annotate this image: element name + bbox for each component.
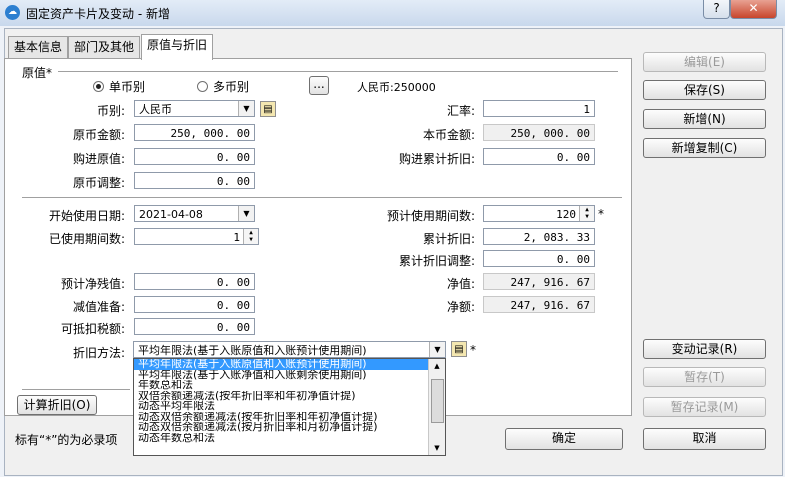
expected-salvage-input[interactable]: 0. 00 [134,273,255,290]
purchase-value-label: 购进原值: [72,152,125,166]
local-amount-label: 本币金额: [422,128,475,142]
accum-dep-label: 累计折旧: [422,232,475,246]
exchange-rate-input[interactable]: 1 [483,100,595,117]
chevron-down-icon[interactable]: ▼ [238,206,254,221]
orig-amount-input[interactable]: 250, 000. 00 [134,124,255,141]
single-currency-radio[interactable] [93,81,104,92]
expected-periods-required: * [598,207,604,221]
currency-detail-button[interactable]: ... [309,76,329,95]
accum-dep-input[interactable]: 2, 083. 33 [483,228,595,245]
bottom-divider [22,389,130,391]
net-amount-value: 247, 916. 67 [483,296,595,313]
deductible-tax-input[interactable]: 0. 00 [134,318,255,335]
dep-method-option[interactable]: 双倍余额递减法(按年折旧率和年初净值计提) [134,391,445,402]
purchase-accum-dep-input[interactable]: 0. 00 [483,148,595,165]
tab-value-depreciation[interactable]: 原值与折旧 [141,34,214,60]
accum-dep-adjust-input[interactable]: 0. 00 [483,250,595,267]
dep-method-option[interactable]: 平均年限法(基于入账净值和入账剩余使用期间) [134,370,445,381]
save-button[interactable]: 保存(S) [643,80,766,100]
currency-value: 人民币 [139,103,172,116]
edit-button[interactable]: 编辑(E) [643,52,766,72]
purchase-value-input[interactable]: 0. 00 [134,148,255,165]
hold-button[interactable]: 暂存(T) [643,367,766,387]
used-periods-input[interactable]: 1 ▲ ▼ [134,228,259,245]
hold-log-button[interactable]: 暂存记录(M) [643,397,766,417]
expected-periods-label: 预计使用期间数: [386,209,475,223]
expected-periods-input[interactable]: 120 ▲ ▼ [483,205,595,222]
dep-method-option[interactable]: 年数总和法 [134,380,445,391]
app-icon: ☁ [5,5,20,20]
dep-method-option[interactable]: 动态双倍余额递减法(按月折旧率和月初净值计提) [134,422,445,433]
used-periods-label: 已使用期间数: [48,232,125,246]
dep-method-select[interactable]: 平均年限法(基于入账原值和入账预计使用期间) ▼ [133,341,446,358]
group-title-original-value: 原值* [22,66,53,80]
tab-basic-info[interactable]: 基本信息 [8,36,69,59]
deductible-tax-label: 可抵扣税额: [60,322,125,336]
dropdown-scrollbar[interactable]: ▲ ▼ [428,359,445,455]
orig-adjust-label: 原币调整: [72,176,125,190]
new-button[interactable]: 新增(N) [643,109,766,129]
help-button[interactable]: ? [703,0,730,19]
orig-adjust-input[interactable]: 0. 00 [134,172,255,189]
dep-method-option[interactable]: 动态双倍余额递减法(按年折旧率和年初净值计提) [134,412,445,423]
ok-button[interactable]: 确定 [505,428,623,450]
purchase-accum-dep-label: 购进累计折旧: [398,152,475,166]
scroll-down-icon[interactable]: ▼ [429,441,445,455]
local-amount-value: 250, 000. 00 [483,124,595,141]
net-amount-label: 净额: [446,300,475,314]
calc-depreciation-button[interactable]: 计算折旧(O) [17,395,97,415]
net-value-label: 净值: [446,277,475,291]
cancel-button[interactable]: 取消 [643,428,766,450]
currency-select[interactable]: 人民币 ▼ [134,100,255,117]
dep-method-option[interactable]: 动态平均年限法 [134,401,445,412]
tab-department-other[interactable]: 部门及其他 [68,36,141,59]
scroll-up-icon[interactable]: ▲ [429,359,445,373]
start-date-label: 开始使用日期: [48,209,125,223]
dep-method-required: * [470,343,476,357]
currency-lookup-icon[interactable]: ▤ [260,101,276,117]
used-periods-value: 1 [233,231,240,244]
currency-label: 币别: [96,104,125,118]
impairment-input[interactable]: 0. 00 [134,296,255,313]
start-date-picker[interactable]: 2021-04-08 ▼ [134,205,255,222]
orig-amount-label: 原币金额: [72,128,125,142]
fixed-asset-card-window: ☁ 固定资产卡片及变动 - 新增 ? ✕ 基本信息 部门及其他 原值与折旧 原值… [0,0,785,477]
title-bar: ☁ 固定资产卡片及变动 - 新增 ? ✕ [0,0,785,26]
dep-method-lookup-icon[interactable]: ▤ [451,341,467,357]
required-fields-note: 标有“*”的为必录项 [15,433,118,447]
exchange-rate-label: 汇率: [446,104,475,118]
spinner-arrows-icon[interactable]: ▲ ▼ [243,229,258,244]
new-copy-button[interactable]: 新增复制(C) [643,138,766,158]
start-date-value: 2021-04-08 [139,208,203,221]
single-currency-label: 单币别 [109,80,146,94]
impairment-label: 减值准备: [72,300,125,314]
net-value-value: 247, 916. 67 [483,273,595,290]
chevron-down-icon[interactable]: ▼ [429,342,445,357]
window-title: 固定资产卡片及变动 - 新增 [26,7,170,21]
expected-periods-value: 120 [556,208,576,221]
group-divider [58,71,618,73]
multi-currency-label: 多币别 [213,80,250,94]
section-divider [22,197,622,199]
expected-salvage-label: 预计净残值: [60,277,125,291]
dep-method-dropdown-list[interactable]: 平均年限法(基于入账原值和入账预计使用期间) 平均年限法(基于入账净值和入账剩余使… [133,358,446,456]
dep-method-option[interactable]: 动态年数总和法 [134,433,445,444]
multi-currency-radio[interactable] [197,81,208,92]
scroll-thumb[interactable] [431,379,444,423]
accum-dep-adjust-label: 累计折旧调整: [398,254,475,268]
dep-method-label: 折旧方法: [72,346,125,360]
change-log-button[interactable]: 变动记录(R) [643,339,766,359]
close-button[interactable]: ✕ [730,0,777,19]
dep-method-value: 平均年限法(基于入账原值和入账预计使用期间) [138,344,367,357]
dep-method-option[interactable]: 平均年限法(基于入账原值和入账预计使用期间) [134,359,445,370]
spinner-arrows-icon[interactable]: ▲ ▼ [579,206,594,221]
currency-summary: 人民币:250000 [357,81,436,94]
chevron-down-icon[interactable]: ▼ [238,101,254,116]
